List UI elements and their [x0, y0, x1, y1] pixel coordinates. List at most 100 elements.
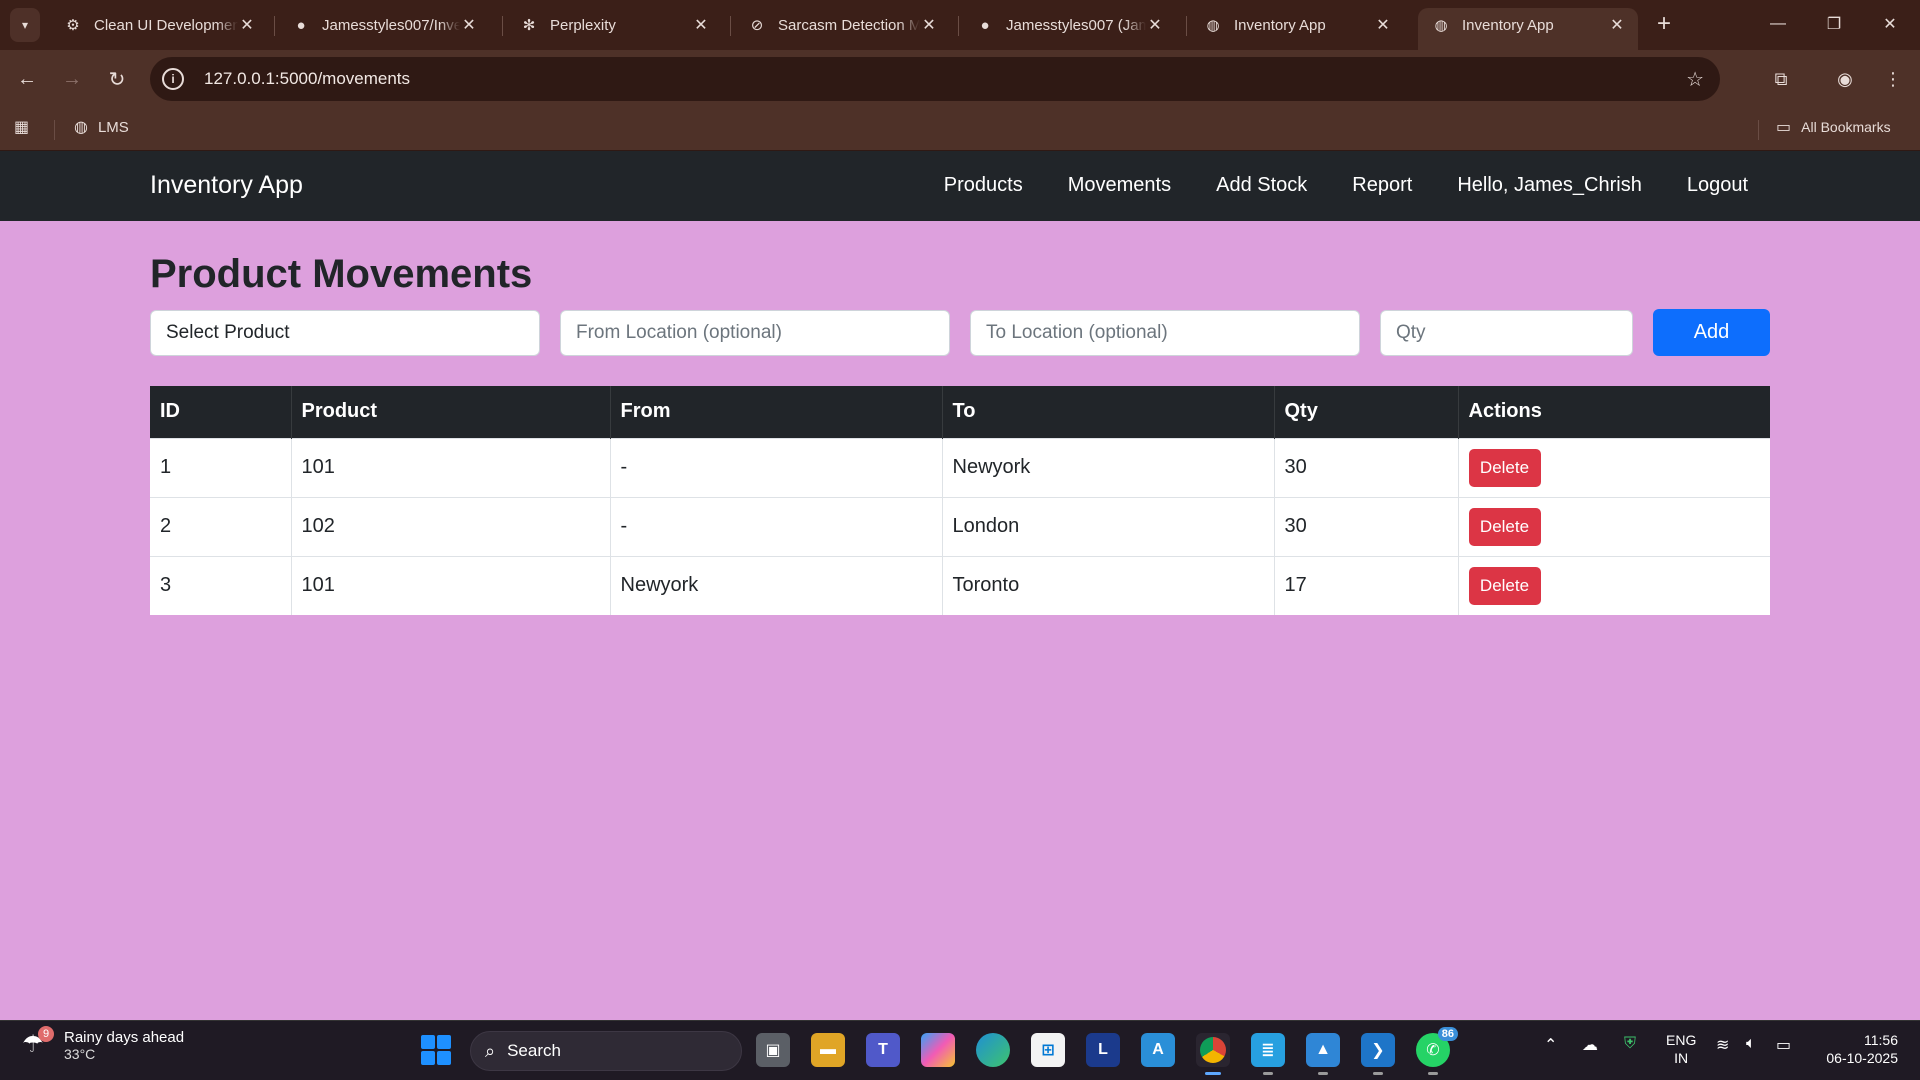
- delete-button[interactable]: Delete: [1468, 507, 1541, 546]
- azure-icon[interactable]: A: [1141, 1033, 1175, 1067]
- all-bookmarks[interactable]: ▭ All Bookmarks: [1776, 117, 1891, 137]
- security-icon[interactable]: ⛨: [1624, 1035, 1636, 1053]
- product-select[interactable]: Select Product: [150, 310, 540, 356]
- rain-icon: ☂ 9: [22, 1025, 54, 1062]
- onedrive-icon[interactable]: ☁: [1582, 1035, 1598, 1055]
- notepad-icon[interactable]: ≣: [1251, 1033, 1285, 1075]
- nav-links: Products Movements Add Stock Report Hell…: [944, 174, 1748, 197]
- menu-icon[interactable]: ⋮: [1876, 62, 1910, 96]
- github-icon: ●: [296, 16, 306, 34]
- browser-tab-2[interactable]: ● Jamesstyles007/Inventory ✕: [278, 8, 490, 42]
- column-header-qty: Qty: [1274, 386, 1459, 438]
- nav-report[interactable]: Report: [1352, 174, 1412, 197]
- column-header-id: ID: [150, 386, 292, 438]
- browser-tab-active[interactable]: ◍ Inventory App ✕: [1418, 8, 1638, 50]
- whatsapp-icon[interactable]: ✆ 86: [1416, 1027, 1458, 1075]
- back-icon[interactable]: ←: [10, 62, 44, 96]
- bookmark-star-icon[interactable]: ☆: [1686, 67, 1704, 92]
- restore-icon[interactable]: ❐: [1814, 6, 1854, 42]
- new-tab-button[interactable]: +: [1650, 10, 1678, 38]
- photos-icon[interactable]: ▲: [1306, 1033, 1340, 1075]
- folder-icon: ▭: [1776, 119, 1792, 136]
- chevron-up-icon[interactable]: ⌃: [1544, 1035, 1557, 1055]
- close-icon[interactable]: ✕: [1374, 15, 1392, 35]
- cell-id: 1: [150, 437, 292, 497]
- minimize-icon[interactable]: —: [1758, 6, 1798, 42]
- forward-icon[interactable]: →: [55, 62, 89, 96]
- column-header-to: To: [942, 386, 1275, 438]
- tab-search-button[interactable]: ▾: [10, 8, 40, 42]
- l-app-icon[interactable]: L: [1086, 1033, 1120, 1067]
- weather-widget[interactable]: ☂ 9 Rainy days ahead 33°C: [22, 1025, 184, 1062]
- movements-table: ID Product From To Qty Actions 1 101 - N…: [150, 386, 1770, 615]
- browser-tab-1[interactable]: ⚙ Clean UI Development ✕: [50, 8, 268, 42]
- cell-actions: Delete: [1458, 496, 1770, 556]
- extensions-icon[interactable]: ⧉: [1764, 62, 1798, 96]
- cell-qty: 30: [1274, 437, 1459, 497]
- column-header-product: Product: [291, 386, 611, 438]
- vscode-icon[interactable]: ❯: [1361, 1033, 1395, 1075]
- table-row: 2 102 - London 30 Delete: [150, 496, 1770, 556]
- cell-to: London: [942, 496, 1275, 556]
- store-icon[interactable]: ⊞: [1031, 1033, 1065, 1067]
- cell-product: 102: [291, 496, 611, 556]
- apps-icon[interactable]: ▦: [14, 117, 39, 137]
- globe-icon: ◍: [1434, 17, 1448, 34]
- address-bar[interactable]: i 127.0.0.1:5000/movements ☆: [150, 57, 1720, 101]
- nav-movements[interactable]: Movements: [1068, 174, 1171, 197]
- browser-tab-5[interactable]: ● Jamesstyles007 (James) ✕: [962, 8, 1176, 42]
- browser-tab-6[interactable]: ◍ Inventory App ✕: [1190, 8, 1404, 42]
- close-window-icon[interactable]: ✕: [1870, 6, 1910, 42]
- nav-products[interactable]: Products: [944, 174, 1023, 197]
- cell-qty: 30: [1274, 496, 1459, 556]
- delete-button[interactable]: Delete: [1468, 448, 1541, 487]
- cell-id: 2: [150, 496, 292, 556]
- clock[interactable]: 11:56 06-10-2025: [1818, 1031, 1898, 1067]
- close-icon[interactable]: ✕: [692, 15, 710, 35]
- start-button[interactable]: [421, 1035, 451, 1065]
- browser-toolbar: ← → ↻ i 127.0.0.1:5000/movements ☆ ⧉ ◉ ⋮: [0, 50, 1920, 108]
- close-icon[interactable]: ✕: [238, 15, 256, 35]
- github-icon: ●: [980, 16, 990, 34]
- language-indicator[interactable]: ENG IN: [1666, 1031, 1696, 1067]
- table-header-row: ID Product From To Qty Actions: [150, 386, 1770, 438]
- profile-avatar[interactable]: ◉: [1828, 62, 1862, 96]
- chrome-icon[interactable]: [1196, 1033, 1230, 1075]
- copilot-icon[interactable]: [921, 1033, 955, 1067]
- browser-tab-3[interactable]: ✻ Perplexity ✕: [506, 8, 722, 42]
- cell-qty: 17: [1274, 555, 1459, 615]
- cell-from: -: [610, 496, 943, 556]
- volume-muted-icon[interactable]: 🔈︎: [1746, 1035, 1756, 1053]
- task-view-icon[interactable]: ▣: [756, 1033, 790, 1067]
- column-header-from: From: [610, 386, 943, 438]
- close-icon[interactable]: ✕: [460, 15, 478, 35]
- battery-icon[interactable]: ▭: [1776, 1035, 1791, 1055]
- add-movement-button[interactable]: Add: [1653, 309, 1770, 356]
- site-info-icon[interactable]: i: [162, 68, 184, 90]
- cell-to: Newyork: [942, 437, 1275, 497]
- file-explorer-icon[interactable]: ▬: [811, 1033, 845, 1067]
- close-icon[interactable]: ✕: [1608, 15, 1626, 35]
- page-title: Product Movements: [150, 252, 533, 296]
- to-location-input[interactable]: To Location (optional): [970, 310, 1360, 356]
- nav-add-stock[interactable]: Add Stock: [1216, 174, 1307, 197]
- delete-button[interactable]: Delete: [1468, 566, 1541, 605]
- close-icon[interactable]: ✕: [920, 15, 938, 35]
- cell-from: Newyork: [610, 555, 943, 615]
- weather-temp: 33°C: [64, 1046, 96, 1062]
- close-icon[interactable]: ✕: [1146, 15, 1164, 35]
- qty-input[interactable]: Qty: [1380, 310, 1633, 356]
- cell-actions: Delete: [1458, 437, 1770, 497]
- openai-icon: ⚙: [66, 17, 80, 34]
- nav-logout[interactable]: Logout: [1687, 174, 1748, 197]
- taskbar-search[interactable]: ⌕ Search: [470, 1031, 742, 1071]
- wifi-icon[interactable]: ≋: [1716, 1035, 1729, 1055]
- edge-icon[interactable]: [976, 1033, 1010, 1067]
- browser-tab-4[interactable]: ⊘ Sarcasm Detection Model ✕: [734, 8, 950, 42]
- perplexity-icon: ✻: [522, 17, 536, 34]
- from-location-input[interactable]: From Location (optional): [560, 310, 950, 356]
- teams-icon[interactable]: T: [866, 1033, 900, 1067]
- reload-icon[interactable]: ↻: [100, 62, 134, 96]
- brand-link[interactable]: Inventory App: [150, 171, 303, 200]
- bookmark-lms[interactable]: ◍ LMS: [74, 117, 129, 137]
